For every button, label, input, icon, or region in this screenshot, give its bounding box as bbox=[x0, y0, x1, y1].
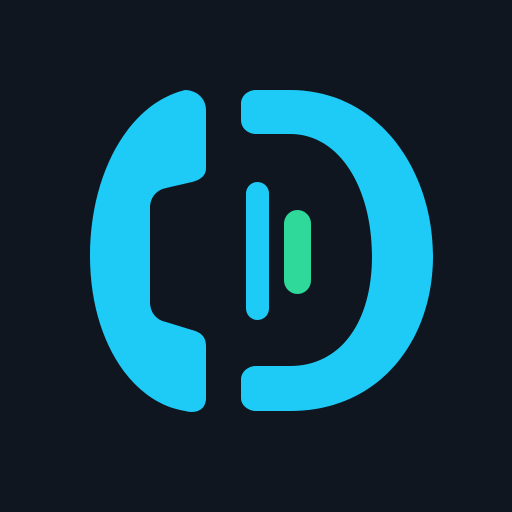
logo-svg bbox=[0, 0, 512, 512]
sound-bar-blue bbox=[246, 182, 269, 320]
app-logo-icon bbox=[0, 0, 512, 512]
sound-bar-green bbox=[284, 210, 311, 294]
